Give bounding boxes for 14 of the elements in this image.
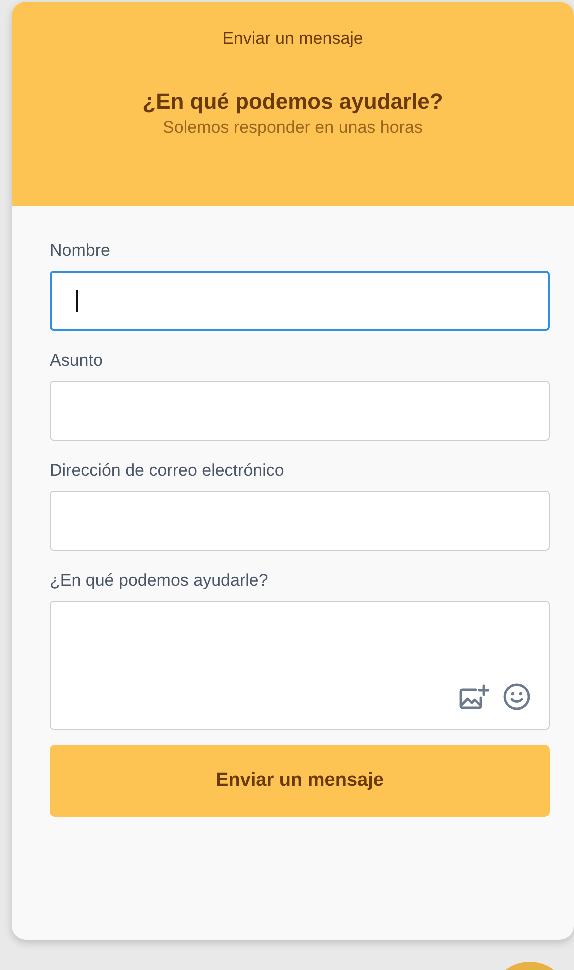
emoji-icon[interactable] (503, 683, 531, 711)
field-label: Asunto (50, 350, 104, 372)
field-label: Nombre (50, 240, 112, 262)
message-field[interactable] (50, 601, 550, 730)
input-field[interactable] (50, 271, 550, 331)
add-image-icon[interactable] (459, 684, 489, 710)
input-field[interactable] (50, 381, 550, 441)
input-field[interactable] (50, 491, 550, 551)
field-label: Dirección de correo electrónico (50, 460, 286, 482)
send-button[interactable]: Enviar un mensaje (50, 745, 550, 817)
heading: ¿En qué podemos ayudarle? (142, 89, 444, 115)
subheading: Solemos responder en unas horas (162, 117, 424, 139)
field-label: ¿En qué podemos ayudarle? (50, 570, 270, 592)
panel-title: Enviar un mensaje (222, 29, 364, 49)
